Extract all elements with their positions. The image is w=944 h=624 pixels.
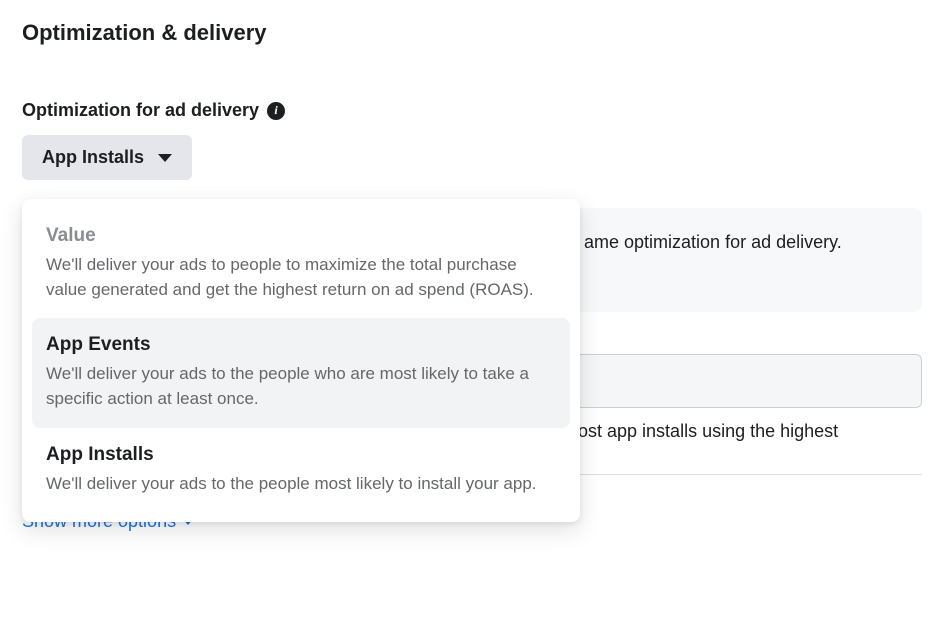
dropdown-option-app-installs[interactable]: App Installs We'll deliver your ads to t… [32, 428, 570, 513]
field-label-row: Optimization for ad delivery i [22, 100, 922, 121]
dropdown-option-desc: We'll deliver your ads to people to maxi… [46, 253, 556, 302]
divider [578, 474, 922, 475]
dropdown-option-app-events[interactable]: App Events We'll deliver your ads to the… [32, 318, 570, 427]
dropdown-option-title: App Events [46, 334, 556, 356]
caret-down-icon [158, 154, 172, 162]
dropdown-wrapper: App Installs Value We'll deliver your ad… [22, 135, 922, 475]
dropdown-selected-label: App Installs [42, 147, 144, 168]
section-title: Optimization & delivery [22, 20, 922, 46]
info-icon[interactable]: i [267, 102, 285, 120]
optimization-dropdown-menu: Value We'll deliver your ads to people t… [22, 199, 580, 522]
field-label-text: Optimization for ad delivery [22, 100, 259, 121]
dropdown-option-title: App Installs [46, 444, 556, 466]
dropdown-option-desc: We'll deliver your ads to the people who… [46, 362, 556, 411]
dropdown-option-value[interactable]: Value We'll deliver your ads to people t… [32, 209, 570, 318]
optimization-dropdown-button[interactable]: App Installs [22, 135, 192, 180]
dropdown-option-title: Value [46, 225, 556, 247]
dropdown-option-desc: We'll deliver your ads to the people mos… [46, 472, 556, 497]
